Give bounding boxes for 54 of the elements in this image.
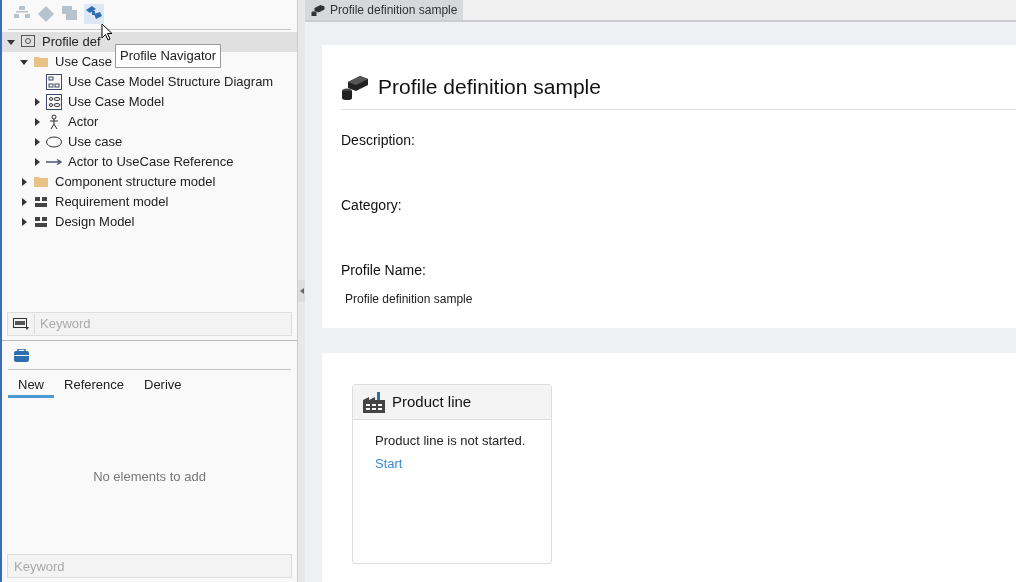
tree-item[interactable]: Component structure model [2, 172, 216, 192]
factory-icon [362, 391, 386, 413]
tree-item[interactable]: Design Model [2, 212, 135, 232]
tree-item[interactable]: Use case [2, 132, 123, 152]
folder-icon [33, 174, 49, 190]
settings-icon [20, 34, 36, 50]
diamond-icon [38, 6, 54, 22]
diagram-icon [46, 74, 62, 90]
toolbox-icon[interactable] [14, 349, 29, 362]
tree-item[interactable]: Requirement model [2, 192, 169, 212]
navigator-icon [86, 6, 102, 22]
tab[interactable]: New [8, 374, 54, 398]
field-value: Profile definition sample [345, 290, 473, 308]
expand-arrow-icon[interactable] [21, 218, 27, 226]
collapse-arrow-icon[interactable] [20, 59, 28, 65]
keyword-field[interactable]: Keyword [7, 554, 292, 578]
tree-item[interactable]: Use Case [2, 52, 113, 72]
collapse-arrow-icon[interactable] [7, 39, 15, 45]
field-label: Description: [341, 130, 415, 150]
tab[interactable]: Derive [134, 374, 192, 398]
tree-item[interactable]: Actor to UseCase Reference [2, 152, 234, 172]
toolbar-button[interactable] [84, 4, 104, 24]
start-link[interactable]: Start [375, 453, 403, 473]
expand-arrow-icon[interactable] [34, 158, 40, 166]
tooltip: Profile Navigator [115, 44, 222, 68]
folder-icon [33, 54, 49, 70]
editor-tab[interactable]: Profile definition sample [305, 0, 464, 20]
collapse-panel-button[interactable] [298, 280, 305, 302]
ellipse-icon [46, 134, 62, 150]
keyword-input[interactable]: Keyword [35, 314, 291, 334]
tab[interactable]: Reference [54, 374, 134, 398]
block-icon [311, 3, 325, 17]
empty-message: No elements to add [93, 468, 206, 487]
card-title: Product line [392, 391, 472, 412]
expand-arrow-icon[interactable] [34, 118, 40, 126]
windows-icon [62, 6, 78, 22]
expand-arrow-icon[interactable] [21, 198, 27, 206]
model-icon [46, 94, 62, 110]
tree-item[interactable]: Use Case Model [2, 92, 165, 112]
tree-item[interactable]: Use Case Model Structure Diagram [2, 72, 274, 92]
expand-arrow-icon[interactable] [34, 138, 40, 146]
expand-arrow-icon[interactable] [34, 98, 40, 106]
package-icon [33, 194, 49, 210]
field-label: Category: [341, 195, 402, 215]
field-label: Profile Name: [341, 260, 426, 280]
text-filter-icon[interactable] [13, 318, 29, 330]
package-icon [33, 214, 49, 230]
mouse-pointer-icon [101, 23, 113, 41]
keyword-field[interactable]: Keyword [7, 312, 292, 336]
status-message: Product line is not started. [375, 432, 526, 450]
profile-title: Profile definition sample [378, 74, 601, 100]
tree-item[interactable]: Actor [2, 112, 99, 132]
expand-arrow-icon[interactable] [21, 178, 27, 186]
block-icon [341, 73, 369, 100]
